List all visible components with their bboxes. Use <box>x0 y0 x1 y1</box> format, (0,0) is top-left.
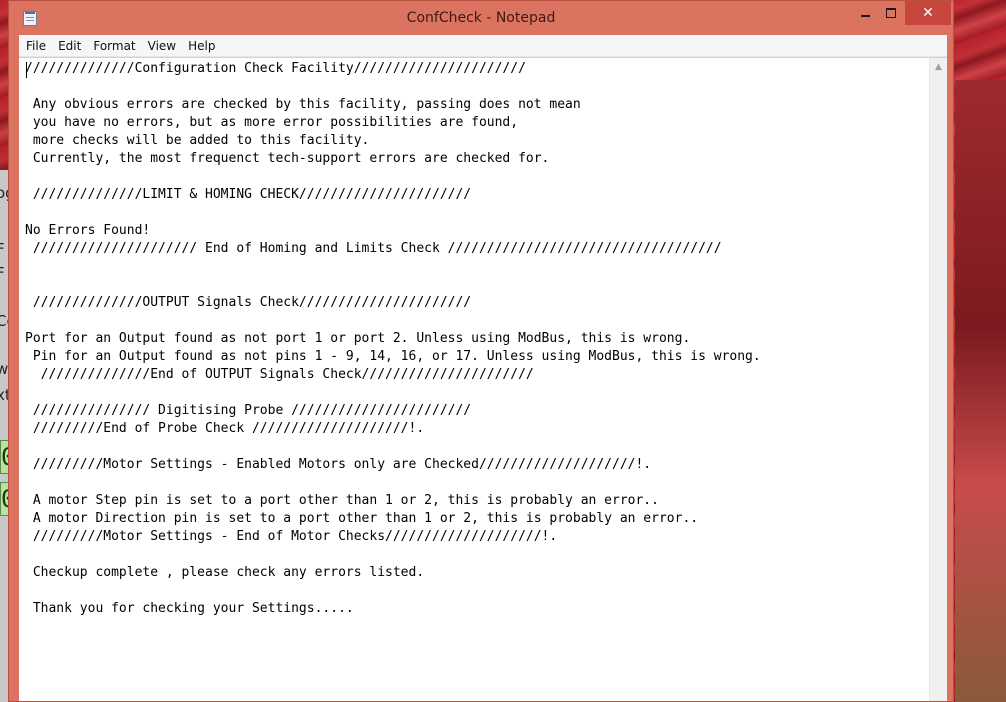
minimize-icon <box>860 15 870 17</box>
text-line <box>25 438 927 456</box>
menu-edit[interactable]: Edit <box>52 36 87 56</box>
text-line: you have no errors, but as more error po… <box>25 115 519 130</box>
text-line <box>25 204 927 222</box>
menu-view[interactable]: View <box>142 36 182 56</box>
client-area: File Edit Format View Help /////////////… <box>19 35 947 701</box>
text-line <box>25 546 927 564</box>
text-line: more checks will be added to this facili… <box>25 133 370 148</box>
text-line <box>25 168 927 186</box>
text-line: ///////////////////// End of Homing and … <box>25 241 722 256</box>
text-line: Pin for an Output found as not pins 1 - … <box>25 349 761 364</box>
text-line: /////////End of Probe Check ////////////… <box>25 421 425 436</box>
background-window-right <box>955 80 1006 702</box>
close-icon: ✕ <box>922 5 934 21</box>
text-line: Currently, the most frequenct tech-suppo… <box>25 151 550 166</box>
minimize-button[interactable] <box>852 1 878 25</box>
background-text-fragment: F <box>0 240 5 258</box>
text-line <box>25 474 927 492</box>
text-line <box>25 582 927 600</box>
text-line: //////////////Configuration Check Facili… <box>25 61 526 76</box>
vertical-scrollbar[interactable]: ▲ <box>929 58 947 701</box>
text-line: Checkup complete , please check any erro… <box>25 565 425 580</box>
text-line: No Errors Found! <box>25 223 151 238</box>
window-title: ConfCheck - Notepad <box>406 10 556 26</box>
maximize-button[interactable] <box>878 1 904 25</box>
text-line: //////////////LIMIT & HOMING CHECK//////… <box>25 187 472 202</box>
text-line: A motor Direction pin is set to a port o… <box>25 511 699 526</box>
maximize-icon <box>886 8 896 18</box>
close-button[interactable]: ✕ <box>905 1 951 25</box>
menu-file[interactable]: File <box>19 36 52 56</box>
desktop: og F F Co w xt 0 0 ConfCheck - Notepad ✕… <box>0 0 1006 702</box>
menu-help[interactable]: Help <box>182 36 221 56</box>
text-editor[interactable]: //////////////Configuration Check Facili… <box>19 57 947 701</box>
text-line <box>25 276 927 294</box>
text-line: Port for an Output found as not port 1 o… <box>25 331 691 346</box>
title-bar[interactable]: ConfCheck - Notepad ✕ <box>9 1 953 35</box>
text-line <box>25 384 927 402</box>
menu-format[interactable]: Format <box>87 36 141 56</box>
text-line: /////////////// Digitising Probe ///////… <box>25 403 472 418</box>
text-line <box>25 312 927 330</box>
scroll-up-arrow-icon[interactable]: ▲ <box>930 60 947 74</box>
text-line <box>25 78 927 96</box>
text-line: A motor Step pin is set to a port other … <box>25 493 659 508</box>
text-line: Any obvious errors are checked by this f… <box>25 97 581 112</box>
notepad-window: ConfCheck - Notepad ✕ File Edit Format V… <box>8 0 954 702</box>
text-line: //////////////OUTPUT Signals Check//////… <box>25 295 472 310</box>
text-line <box>25 258 927 276</box>
text-line: //////////////End of OUTPUT Signals Chec… <box>25 367 534 382</box>
menu-bar: File Edit Format View Help <box>19 35 947 57</box>
background-text-fragment: F <box>0 264 5 282</box>
text-line: /////////Motor Settings - Enabled Motors… <box>25 457 652 472</box>
text-line: /////////Motor Settings - End of Motor C… <box>25 529 558 544</box>
text-line: Thank you for checking your Settings....… <box>25 601 354 616</box>
document-text[interactable]: //////////////Configuration Check Facili… <box>25 60 927 701</box>
